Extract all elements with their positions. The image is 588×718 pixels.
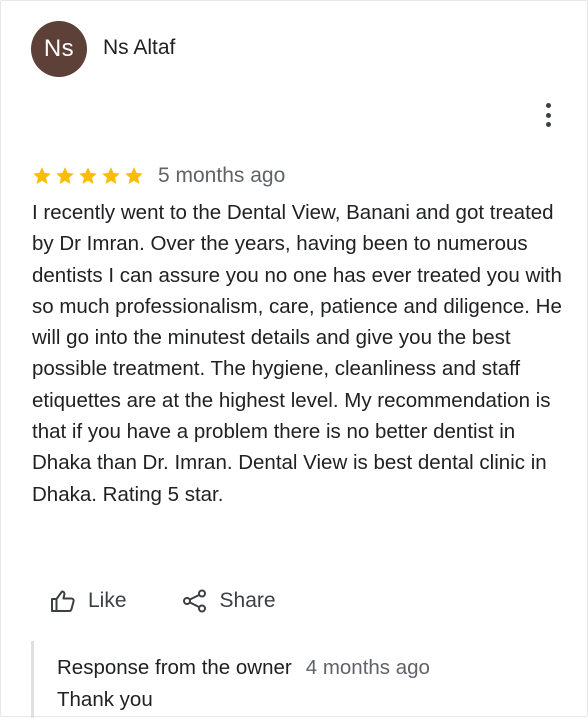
- star-icon: [79, 167, 97, 184]
- star-icon: [56, 167, 74, 184]
- more-options-icon[interactable]: [538, 103, 558, 127]
- avatar-initials: Ns: [43, 35, 75, 62]
- review-date: 5 months ago: [158, 164, 286, 187]
- avatar[interactable]: Ns: [31, 21, 87, 77]
- share-label: Share: [219, 589, 276, 612]
- owner-response-date: 4 months ago: [305, 656, 430, 679]
- review-card: Ns Ns Altaf 5 months ago I recently went…: [0, 0, 588, 718]
- share-button[interactable]: Share: [182, 589, 276, 613]
- author-name[interactable]: Ns Altaf: [103, 36, 175, 60]
- owner-response: Response from the owner 4 months ago Tha…: [31, 641, 571, 718]
- star-rating: [32, 166, 144, 186]
- review-actions: Like Share: [50, 583, 276, 619]
- more-dot: [545, 112, 551, 118]
- thumbs-up-icon: [50, 589, 88, 613]
- like-label: Like: [88, 589, 127, 612]
- like-button[interactable]: Like: [50, 589, 127, 613]
- more-dot: [545, 103, 551, 108]
- owner-response-header: Response from the owner 4 months ago: [57, 656, 571, 680]
- rating-row: 5 months ago: [32, 161, 285, 191]
- star-icon: [125, 167, 143, 184]
- star-icon: [33, 167, 51, 184]
- share-icon: [182, 589, 220, 613]
- more-dot: [545, 122, 551, 127]
- owner-response-title: Response from the owner: [57, 656, 292, 679]
- owner-response-text: Thank you: [57, 688, 153, 711]
- review-text: I recently went to the Dental View, Bana…: [32, 201, 562, 506]
- star-icon: [102, 167, 120, 184]
